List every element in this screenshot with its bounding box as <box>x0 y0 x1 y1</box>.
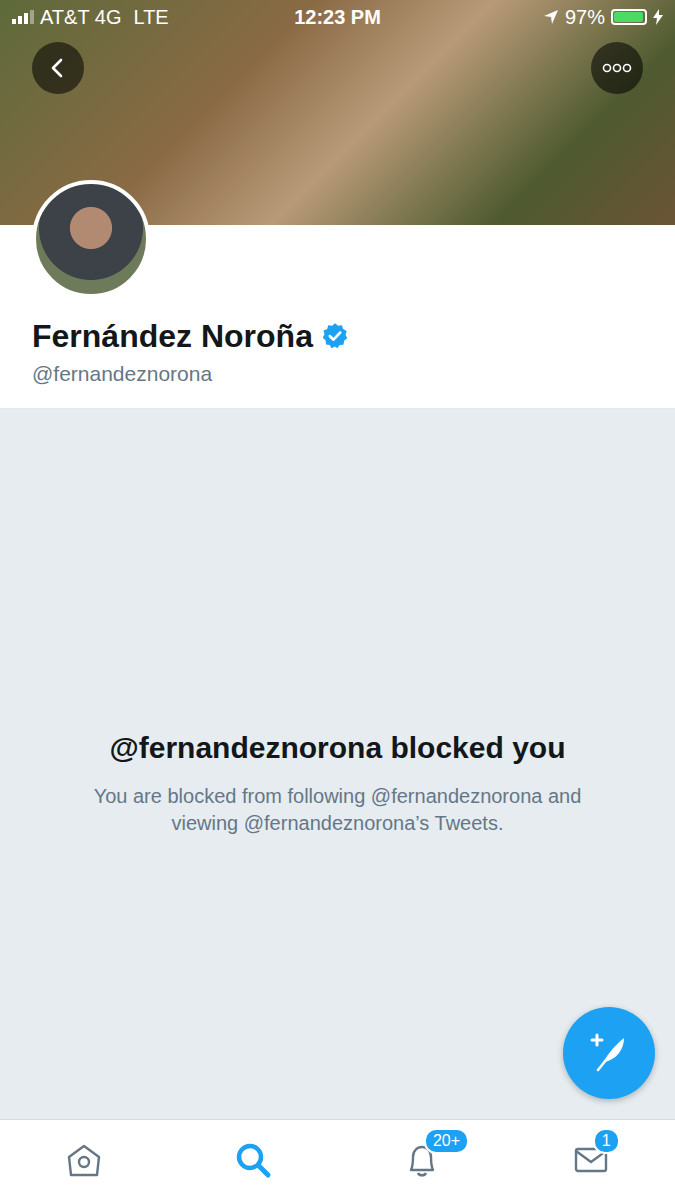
signal-icon <box>12 10 34 24</box>
search-icon <box>233 1140 273 1180</box>
back-button[interactable] <box>32 42 84 94</box>
display-name: Fernández Noroña <box>32 316 313 356</box>
blocked-panel: @fernandeznorona blocked you You are bloc… <box>0 409 675 1119</box>
blocked-message: You are blocked from following @fernande… <box>68 783 608 837</box>
more-dots-icon <box>602 63 632 73</box>
battery-percent: 97% <box>565 6 605 29</box>
carrier: AT&T 4G <box>40 6 122 29</box>
notifications-tab[interactable]: 20+ <box>392 1130 452 1190</box>
compose-button[interactable] <box>563 1007 655 1099</box>
avatar[interactable] <box>32 180 150 298</box>
status-bar: AT&T 4G LTE 12:23 PM 97% <box>0 0 675 34</box>
tab-badge: 20+ <box>424 1128 469 1154</box>
profile-screen: AT&T 4G LTE 12:23 PM 97% Fernández Noroña @fe… <box>0 0 675 1200</box>
time: 12:23 PM <box>294 6 381 29</box>
home-tab[interactable] <box>54 1130 114 1190</box>
location-icon <box>543 9 559 25</box>
network: LTE <box>134 6 169 29</box>
charging-icon <box>653 9 663 25</box>
more-button[interactable] <box>591 42 643 94</box>
messages-tab[interactable]: 1 <box>561 1130 621 1190</box>
back-chevron-icon <box>47 57 69 79</box>
compose-feather-icon <box>586 1030 632 1076</box>
home-icon <box>64 1140 104 1180</box>
verified-badge-icon <box>321 322 349 350</box>
blocked-title: @fernandeznorona blocked you <box>110 731 566 765</box>
tab-bar: 20+ 1 <box>0 1119 675 1200</box>
handle: @fernandeznorona <box>32 362 643 386</box>
tab-badge: 1 <box>593 1128 620 1154</box>
battery-icon <box>611 9 647 25</box>
search-tab[interactable] <box>223 1130 283 1190</box>
profile-info: Fernández Noroña @fernandeznorona <box>0 225 675 409</box>
